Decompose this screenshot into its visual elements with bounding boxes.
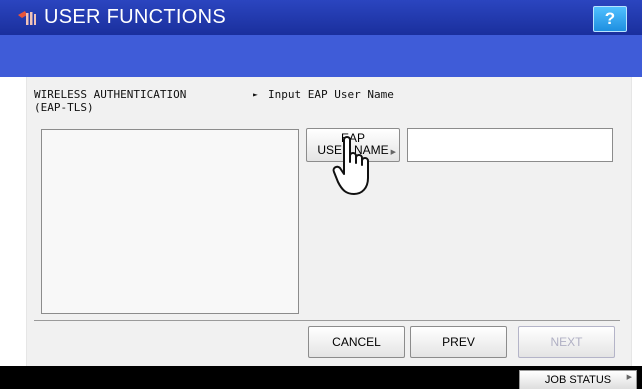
step-label: Input EAP User Name [268, 88, 394, 101]
sub-header-bar [0, 35, 642, 77]
pointing-hand-icon [332, 136, 369, 195]
help-button[interactable]: ? [593, 6, 627, 32]
divider [34, 320, 620, 321]
list-box[interactable] [41, 129, 299, 314]
cancel-button[interactable]: CANCEL [308, 326, 405, 358]
step-indicator-icon: ► [253, 90, 258, 99]
job-status-button[interactable]: JOB STATUS ▶ [519, 370, 637, 389]
eap-user-name-field[interactable] [407, 128, 613, 162]
prev-button[interactable]: PREV [410, 326, 507, 358]
job-status-label: JOB STATUS [544, 374, 612, 386]
button-arrow-icon: ▶ [626, 374, 632, 381]
section-title: WIRELESS AUTHENTICATION (EAP-TLS) [34, 88, 187, 114]
page-title: USER FUNCTIONS [44, 6, 226, 28]
title-bar: USER FUNCTIONS ? [0, 0, 642, 35]
next-button[interactable]: NEXT [518, 326, 615, 358]
button-arrow-icon: ▶ [390, 149, 396, 156]
tools-icon [18, 11, 36, 25]
user-functions-screen: USER FUNCTIONS ? WIRELESS AUTHENTICATION… [0, 0, 642, 389]
